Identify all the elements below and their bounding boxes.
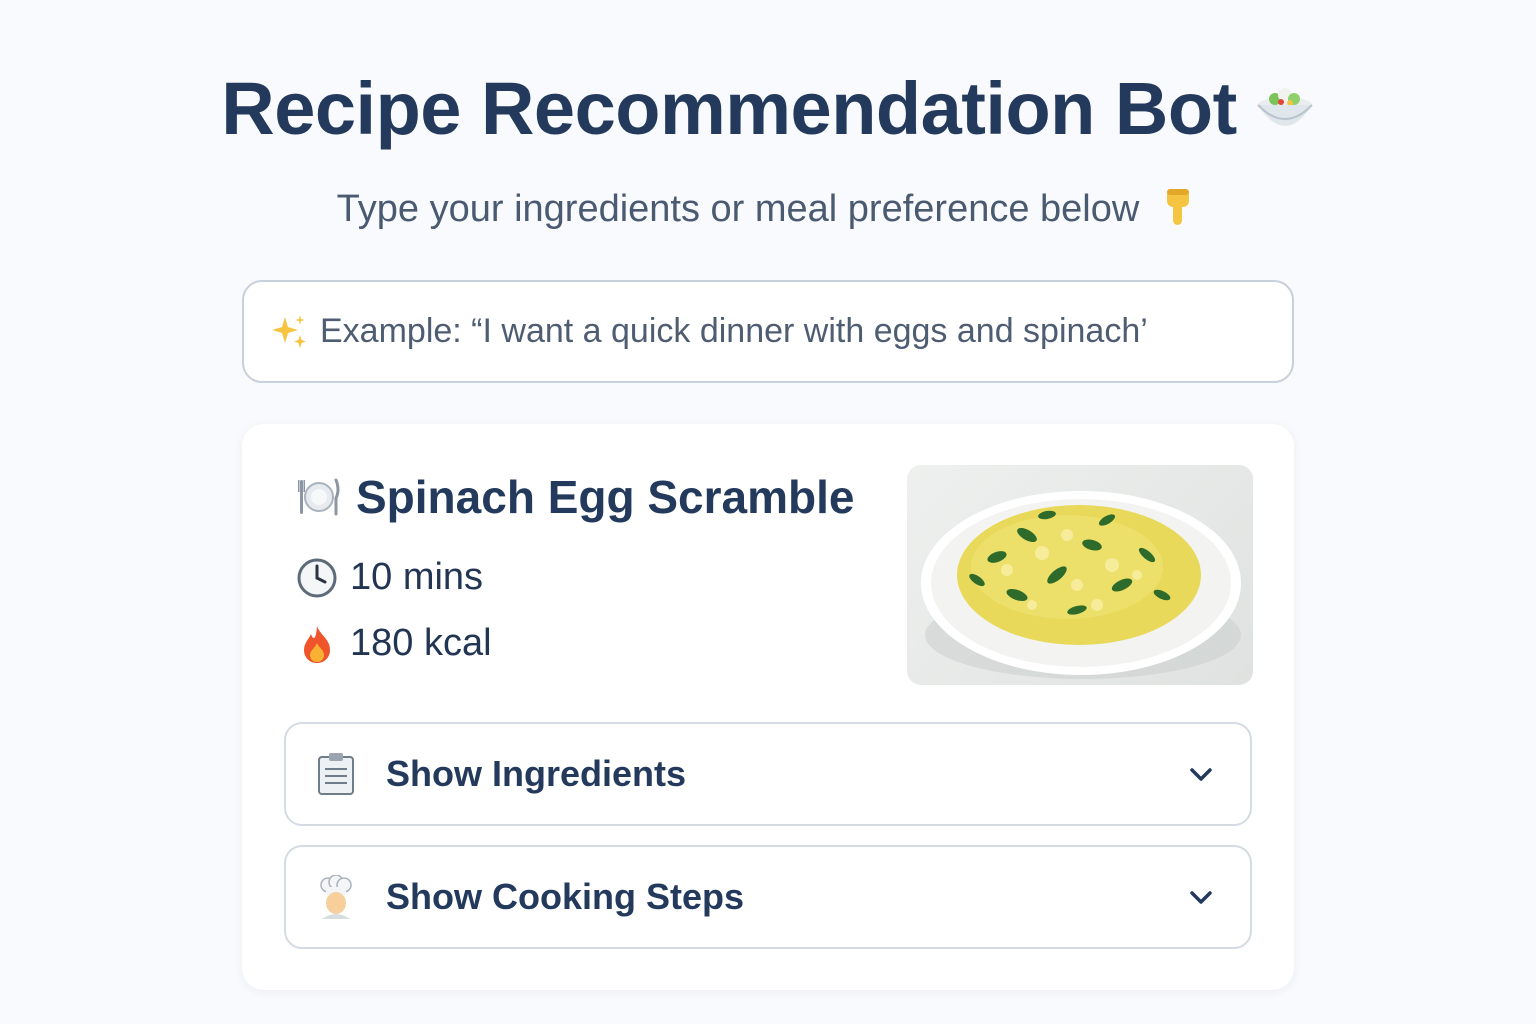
show-cooking-steps-toggle[interactable]: Show Cooking Steps [284, 845, 1252, 949]
recipe-bot-page: Recipe Recommendation Bot Type your ingr… [0, 0, 1536, 1024]
sparkles-icon [272, 314, 306, 348]
recipe-title: Spinach Egg Scramble [296, 470, 854, 524]
calories-value: 180 kcal [350, 622, 492, 664]
plate-cutlery-icon [298, 478, 340, 516]
subtitle: Type your ingredients or meal preference… [0, 188, 1536, 231]
salad-bowl-icon [1256, 88, 1313, 127]
search-placeholder: Example: “I want a quick dinner with egg… [320, 312, 1148, 350]
clipboard-icon [318, 753, 354, 795]
chevron-down-icon [1190, 768, 1212, 781]
search-input[interactable]: Example: “I want a quick dinner with egg… [242, 280, 1294, 383]
fire-icon [304, 625, 330, 663]
show-ingredients-toggle[interactable]: Show Ingredients [284, 722, 1252, 826]
clock-icon [297, 558, 337, 597]
page-title-text: Recipe Recommendation Bot [221, 67, 1237, 150]
show-ingredients-label: Show Ingredients [386, 753, 687, 794]
recipe-photo [907, 465, 1253, 685]
recipe-card: Spinach Egg Scramble 10 mins 180 kcal Sh… [242, 424, 1294, 990]
cook-time-value: 10 mins [350, 556, 484, 598]
cook-time: 10 mins [296, 556, 483, 599]
recipe-title-text: Spinach Egg Scramble [356, 471, 855, 523]
calories: 180 kcal [296, 622, 492, 665]
show-cooking-steps-label: Show Cooking Steps [386, 876, 745, 917]
subtitle-text: Type your ingredients or meal preference… [336, 188, 1140, 230]
pointing-down-icon [1167, 188, 1190, 225]
chevron-down-icon [1190, 891, 1212, 904]
page-title: Recipe Recommendation Bot [0, 66, 1536, 151]
chef-icon [320, 875, 352, 919]
